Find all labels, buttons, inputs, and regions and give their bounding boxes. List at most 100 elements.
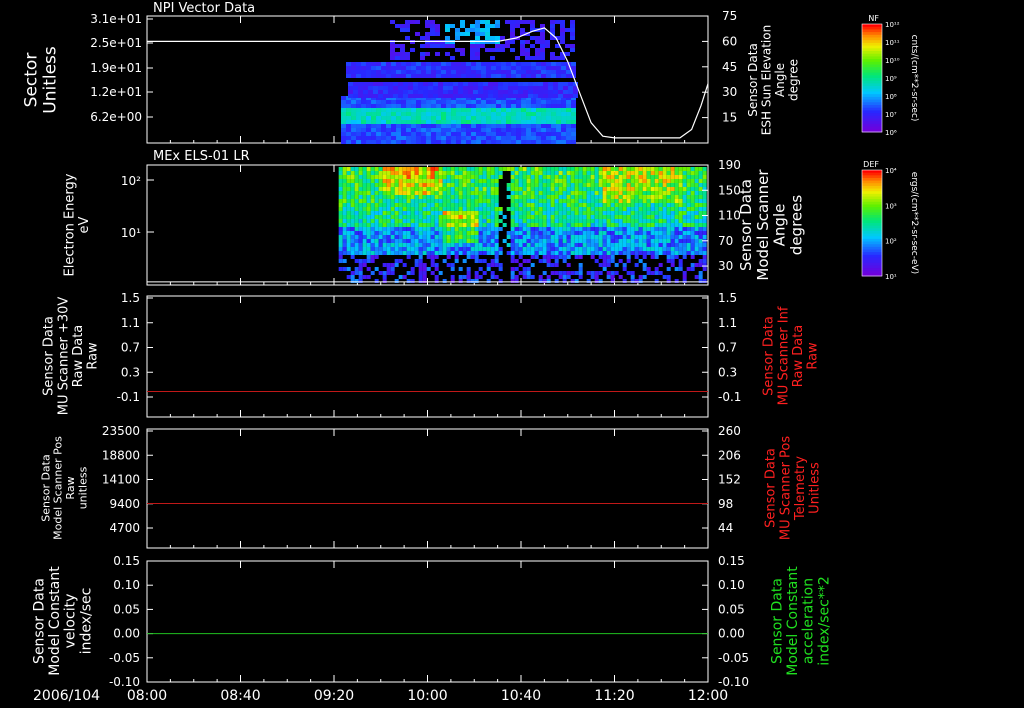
panel-2-heat-cell bbox=[522, 259, 527, 263]
panel-2-heat-cell bbox=[702, 207, 707, 211]
panel-2-heat-cell bbox=[630, 251, 635, 255]
panel-2-heat-cell bbox=[586, 211, 591, 215]
panel-2-heat-cell bbox=[470, 167, 475, 171]
panel-2-heat-cell bbox=[486, 247, 491, 251]
panel-2-heat-cell bbox=[482, 223, 487, 227]
panel-1-heat-cell bbox=[371, 70, 376, 74]
panel-2-heat-cell bbox=[434, 183, 439, 187]
panel-1-heat-cell bbox=[391, 120, 397, 124]
panel-2-heat-cell bbox=[382, 211, 387, 215]
panel-1-heat-cell bbox=[435, 44, 440, 48]
panel-2-heat-cell bbox=[466, 183, 471, 187]
panel-1-heat-cell bbox=[351, 74, 356, 78]
panel-2-heat-cell bbox=[558, 239, 563, 243]
panel-2-heat-cell bbox=[338, 211, 343, 215]
panel-1-heat-cell bbox=[536, 108, 542, 112]
panel-2-heat-cell bbox=[450, 171, 455, 175]
panel-2-heat-cell bbox=[430, 179, 435, 183]
panel-2-heat-cell bbox=[674, 195, 679, 199]
panel-2-heat-cell bbox=[494, 235, 499, 239]
panel-2-heat-cell bbox=[478, 207, 483, 211]
panel-2-heat-cell bbox=[678, 191, 683, 195]
panel-2-heat-cell bbox=[518, 231, 523, 235]
panel-2-heat-cell bbox=[430, 167, 435, 171]
panel-2-heat-cell bbox=[430, 215, 435, 219]
panel-1-heat-cell bbox=[461, 124, 467, 128]
panel-2-heat-cell bbox=[446, 175, 451, 179]
panel-2-heat-cell bbox=[522, 247, 527, 251]
panel-1-heat-cell bbox=[431, 136, 437, 140]
panel-2-heat-cell bbox=[502, 223, 507, 227]
panel-2-heat-cell bbox=[642, 207, 647, 211]
panel-2-heat-cell bbox=[526, 251, 531, 255]
panel-1-heat-cell bbox=[396, 108, 402, 112]
panel-2-heat-cell bbox=[470, 171, 475, 175]
panel-2-heat-cell bbox=[590, 167, 595, 171]
panel-1-heat-cell bbox=[496, 128, 502, 132]
panel-2-heat-cell bbox=[390, 211, 395, 215]
panel-1-heat-cell bbox=[356, 128, 362, 132]
panel-2-heat-cell bbox=[430, 263, 435, 267]
panel-2-heat-cell bbox=[622, 195, 627, 199]
panel-1-heat-cell bbox=[536, 128, 542, 132]
panel-2-heat-cell bbox=[470, 175, 475, 179]
panel-1-heat-cell bbox=[516, 132, 522, 136]
panel-2-heat-cell bbox=[482, 239, 487, 243]
panel-2-heat-cell bbox=[342, 239, 347, 243]
panel-2-heat-cell bbox=[454, 227, 459, 231]
panel-2-heat-cell bbox=[534, 239, 539, 243]
panel-1-heat-cell bbox=[351, 120, 357, 124]
panel-2-heat-cell bbox=[634, 175, 639, 179]
panel-1-heat-cell bbox=[441, 70, 446, 74]
panel-2-heat-cell bbox=[482, 215, 487, 219]
panel-1-heat-cell bbox=[536, 66, 541, 70]
panel-2-heat-cell bbox=[362, 203, 367, 207]
panel-2-heat-cell bbox=[666, 275, 671, 279]
panel-2-heat-cell bbox=[598, 175, 603, 179]
panel-2-heat-cell bbox=[642, 211, 647, 215]
panel-2-heat-cell bbox=[630, 227, 635, 231]
panel-2-heat-cell bbox=[346, 175, 351, 179]
panel-2-heat-cell bbox=[550, 183, 555, 187]
panel-1-heat-cell bbox=[366, 128, 372, 132]
panel-2-heat-cell bbox=[470, 231, 475, 235]
panel-1-heat-cell bbox=[526, 62, 531, 66]
panel-2-heat-cell bbox=[394, 171, 399, 175]
panel-2-heat-cell bbox=[506, 183, 511, 187]
panel-1-heat-cell bbox=[451, 124, 457, 128]
panel-2-heat-cell bbox=[470, 187, 475, 191]
panel-2-heat-cell bbox=[490, 203, 495, 207]
panel-1-heat-cell bbox=[556, 70, 561, 74]
panel-2-heat-cell bbox=[542, 167, 547, 171]
panel-2-heat-cell bbox=[646, 235, 651, 239]
panel-2-heat-cell bbox=[450, 239, 455, 243]
panel-2-heat-cell bbox=[602, 219, 607, 223]
panel-2-heat-cell bbox=[566, 211, 571, 215]
panel-2-heat-cell bbox=[634, 219, 639, 223]
panel-2-heat-cell bbox=[382, 167, 387, 171]
panel-2-heat-cell bbox=[642, 215, 647, 219]
panel-2-heat-cell bbox=[446, 251, 451, 255]
panel-2-heat-cell bbox=[506, 167, 511, 171]
panel-2-heat-cell bbox=[542, 255, 547, 259]
panel-2-heat-cell bbox=[610, 279, 615, 283]
panel-2-heat-cell bbox=[406, 207, 411, 211]
panel-2-heat-cell bbox=[398, 203, 403, 207]
panel-2-heat-cell bbox=[378, 271, 383, 275]
panel-1-heat-cell bbox=[510, 40, 515, 44]
panel-1-heat-cell bbox=[366, 74, 371, 78]
panel-2-heat-cell bbox=[682, 223, 687, 227]
panel-2-heat-cell bbox=[690, 227, 695, 231]
panel-2-heat-cell bbox=[590, 231, 595, 235]
panel-1-heat-cell bbox=[451, 112, 457, 116]
panel-2-heat-cell bbox=[654, 219, 659, 223]
panel-1-heat-cell bbox=[351, 132, 357, 136]
panel-2-heat-cell bbox=[390, 195, 395, 199]
panel-2-heat-cell bbox=[586, 207, 591, 211]
panel-2-heat-cell bbox=[582, 191, 587, 195]
panel-2-heat-cell bbox=[422, 267, 427, 271]
panel-3-left-axis-title-line: MU Scanner +30V bbox=[56, 297, 71, 416]
panel-1-heat-cell bbox=[478, 90, 483, 94]
panel-1-heat-cell bbox=[460, 48, 465, 52]
panel-2-heat-cell bbox=[494, 247, 499, 251]
